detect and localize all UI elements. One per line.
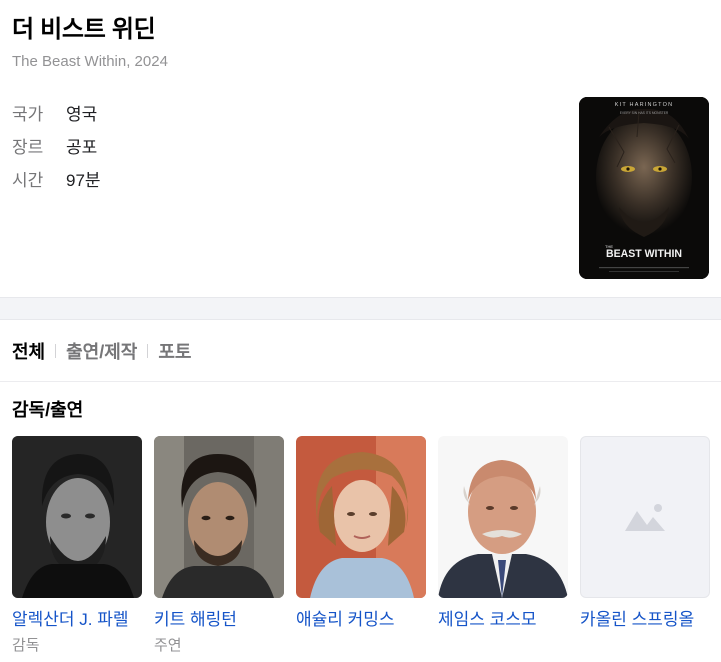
tab-separator — [147, 344, 149, 358]
cast-name[interactable]: 알렉산더 J. 파렐 — [12, 608, 142, 632]
info-value: 공포 — [66, 138, 98, 157]
person-portrait-icon — [438, 436, 568, 598]
cast-name[interactable]: 제임스 코스모 — [438, 608, 568, 632]
info-row-country: 국가 영국 — [12, 96, 101, 129]
movie-title: 더 비스트 위딘 — [12, 16, 156, 43]
cast-photo — [12, 436, 142, 598]
tab-photos[interactable]: 포토 — [158, 338, 191, 364]
person-portrait-icon — [12, 436, 142, 598]
cast-item[interactable]: 애슐리 커밍스 — [296, 436, 426, 656]
poster-actor-text: KIT HARINGTON — [615, 102, 674, 108]
cast-photo — [438, 436, 568, 598]
info-value: 영국 — [66, 105, 98, 124]
cast-name[interactable]: 애슐리 커밍스 — [296, 608, 426, 632]
cast-item[interactable]: 제임스 코스모 — [438, 436, 568, 656]
tab-bar: 전체 출연/제작 포토 — [12, 335, 192, 367]
section-title-cast: 감독/출연 — [12, 400, 84, 420]
info-row-runtime: 시간 97분 — [12, 162, 101, 195]
cast-item[interactable]: 카올린 스프링올 — [580, 436, 710, 656]
cast-item[interactable]: 키트 해링턴 주연 — [154, 436, 284, 656]
info-row-genre: 장르 공포 — [12, 129, 101, 162]
movie-info: 국가 영국 장르 공포 시간 97분 — [12, 96, 101, 195]
cast-photo — [296, 436, 426, 598]
tab-cast-crew[interactable]: 출연/제작 — [66, 338, 137, 364]
tab-separator — [55, 344, 57, 358]
cast-item[interactable]: 알렉산더 J. 파렐 감독 — [12, 436, 142, 656]
movie-header: 더 비스트 위딘 The Beast Within, 2024 — [12, 14, 572, 72]
info-value: 97분 — [66, 171, 101, 190]
poster-title-text: BEAST WITHIN — [606, 248, 682, 260]
image-placeholder-icon — [625, 504, 665, 531]
movie-subtitle: The Beast Within, 2024 — [12, 53, 168, 70]
poster-image: KIT HARINGTON EVERY SIN HAS ITS MONSTER … — [579, 97, 709, 279]
cast-list: 알렉산더 J. 파렐 감독 키트 해링턴 주연 애슐리 커밍스 제임스 코스모 … — [12, 436, 721, 656]
info-key: 시간 — [12, 171, 44, 190]
section-divider-band — [0, 297, 721, 320]
person-portrait-icon — [154, 436, 284, 598]
person-portrait-icon — [296, 436, 426, 598]
cast-photo-placeholder — [580, 436, 710, 598]
tab-all[interactable]: 전체 — [12, 338, 45, 364]
info-key: 국가 — [12, 105, 44, 124]
cast-role: 감독 — [12, 637, 40, 654]
cast-photo — [154, 436, 284, 598]
poster-tagline-text: EVERY SIN HAS ITS MONSTER — [620, 111, 669, 115]
cast-name[interactable]: 키트 해링턴 — [154, 608, 284, 632]
cast-name[interactable]: 카올린 스프링올 — [580, 608, 710, 632]
cast-role: 주연 — [154, 637, 182, 654]
movie-poster[interactable]: KIT HARINGTON EVERY SIN HAS ITS MONSTER … — [579, 97, 709, 279]
info-key: 장르 — [12, 138, 44, 157]
tabs-underline — [0, 381, 721, 382]
